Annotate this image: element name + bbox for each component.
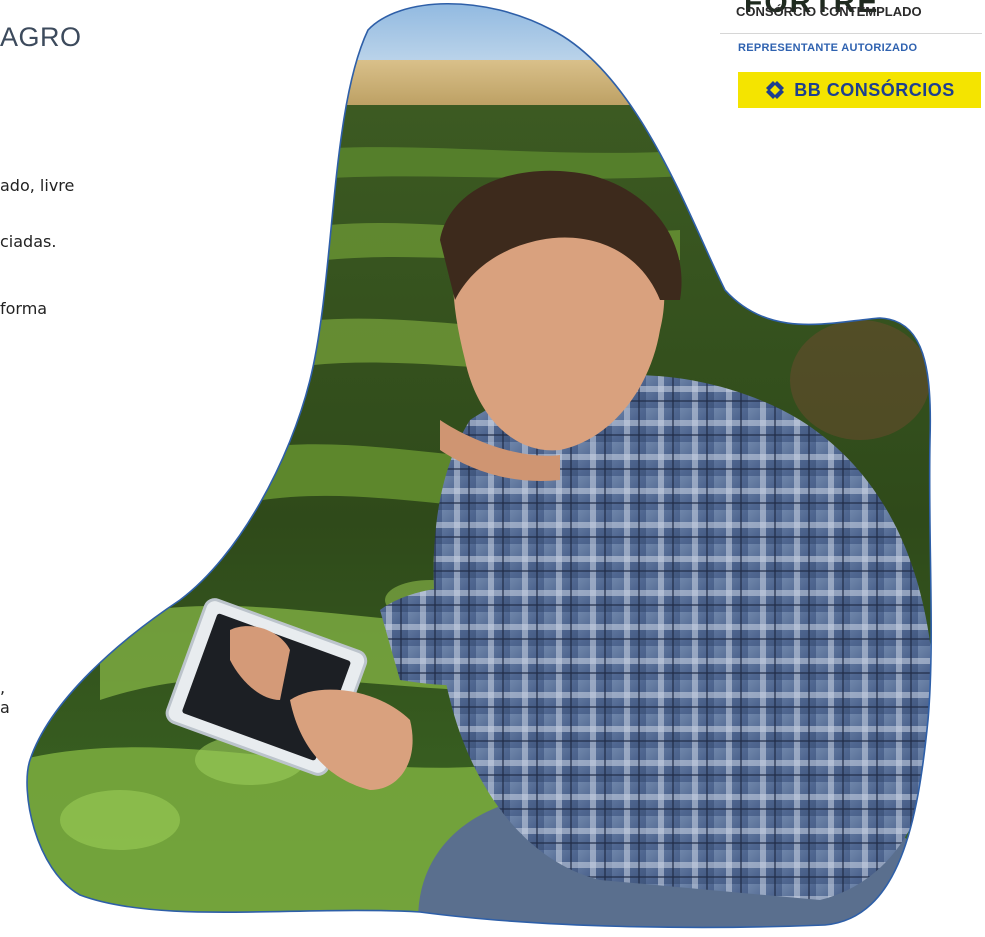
logo-subtitle: CONSÓRCIO CONTEMPLADO: [736, 4, 922, 19]
representative-label: REPRESENTANTE AUTORIZADO: [738, 42, 918, 54]
bb-consorcios-badge: BB CONSÓRCIOS: [738, 72, 981, 108]
bb-consorcios-label: BB CONSÓRCIOS: [794, 79, 955, 100]
logo-divider: [720, 33, 982, 34]
hero-photo-blob: [26, 2, 932, 929]
bb-logo-icon: [764, 79, 786, 101]
fortre-logo: FORTRE CONSÓRCIO CONTEMPLADO REPRESENTAN…: [714, 0, 985, 128]
